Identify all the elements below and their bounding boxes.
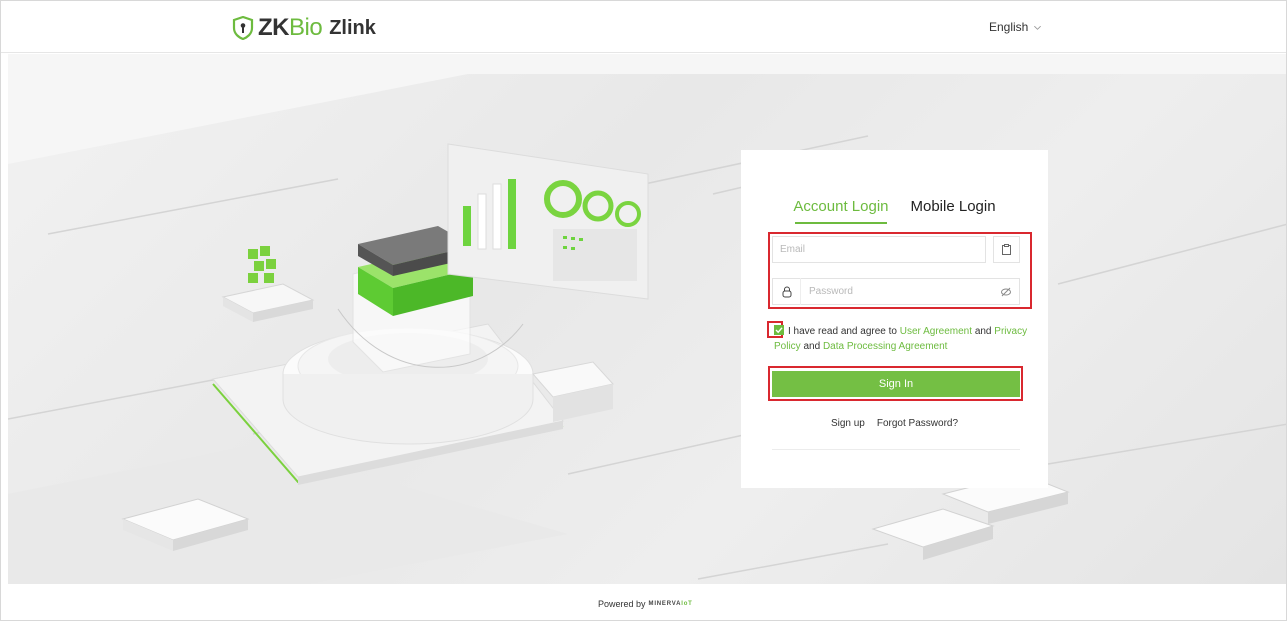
auth-links: Sign up Forgot Password?: [741, 418, 1048, 429]
login-page: ZK Bio Zlink English Account Login Mobil…: [0, 0, 1287, 621]
agreement-text: I have read and agree to User Agreement …: [774, 324, 1029, 354]
login-tabs: Account Login Mobile Login: [741, 198, 1048, 224]
logo-bio-text: Bio: [289, 14, 323, 41]
zkbio-zlink-logo: ZK Bio Zlink: [232, 14, 376, 42]
isometric-scene-graphic: [8, 54, 1286, 584]
checkmark-icon: [775, 327, 783, 334]
logo-zlink-text: Zlink: [329, 16, 376, 39]
forgot-password-link[interactable]: Forgot Password?: [877, 418, 958, 429]
sign-in-button[interactable]: Sign In: [772, 371, 1020, 397]
email-field[interactable]: Email: [772, 236, 986, 263]
brand-name-a: MINERVA: [648, 601, 682, 607]
divider: [772, 449, 1020, 450]
language-label: English: [989, 20, 1029, 34]
language-selector[interactable]: English: [989, 20, 1042, 34]
clipboard-icon: [1002, 244, 1011, 255]
agreement-checkbox[interactable]: [774, 325, 784, 335]
logo-zk-text: ZK: [258, 14, 290, 41]
login-card: Account Login Mobile Login Email Passwor…: [741, 150, 1048, 488]
agreement-and-1: and: [974, 326, 992, 337]
lock-icon: [773, 278, 801, 305]
tab-mobile-login[interactable]: Mobile Login: [911, 198, 996, 224]
password-field[interactable]: Password: [772, 278, 1020, 305]
eye-slash-icon[interactable]: [993, 287, 1019, 297]
agreement-prefix: I have read and agree to: [788, 326, 897, 337]
data-processing-link[interactable]: Data Processing Agreement: [823, 341, 948, 352]
brand-name-b: IoT: [681, 601, 693, 607]
minervaiot-logo: MINERVAIoT: [649, 601, 693, 607]
top-header: ZK Bio Zlink English: [1, 1, 1286, 53]
email-placeholder: Email: [780, 244, 806, 255]
user-agreement-link[interactable]: User Agreement: [900, 326, 972, 337]
shield-logo-icon: [232, 16, 254, 40]
background-illustration: [8, 54, 1286, 584]
clipboard-button[interactable]: [993, 236, 1020, 263]
tab-account-login[interactable]: Account Login: [793, 198, 889, 224]
powered-by-label: Powered by: [598, 599, 646, 609]
sign-up-link[interactable]: Sign up: [831, 418, 865, 429]
agreement-and-2: and: [803, 341, 821, 352]
page-footer: Powered by MINERVAIoT: [1, 584, 1286, 620]
chevron-down-icon: [1034, 25, 1042, 30]
powered-by: Powered by MINERVAIoT: [598, 599, 693, 609]
password-placeholder: Password: [809, 286, 853, 297]
